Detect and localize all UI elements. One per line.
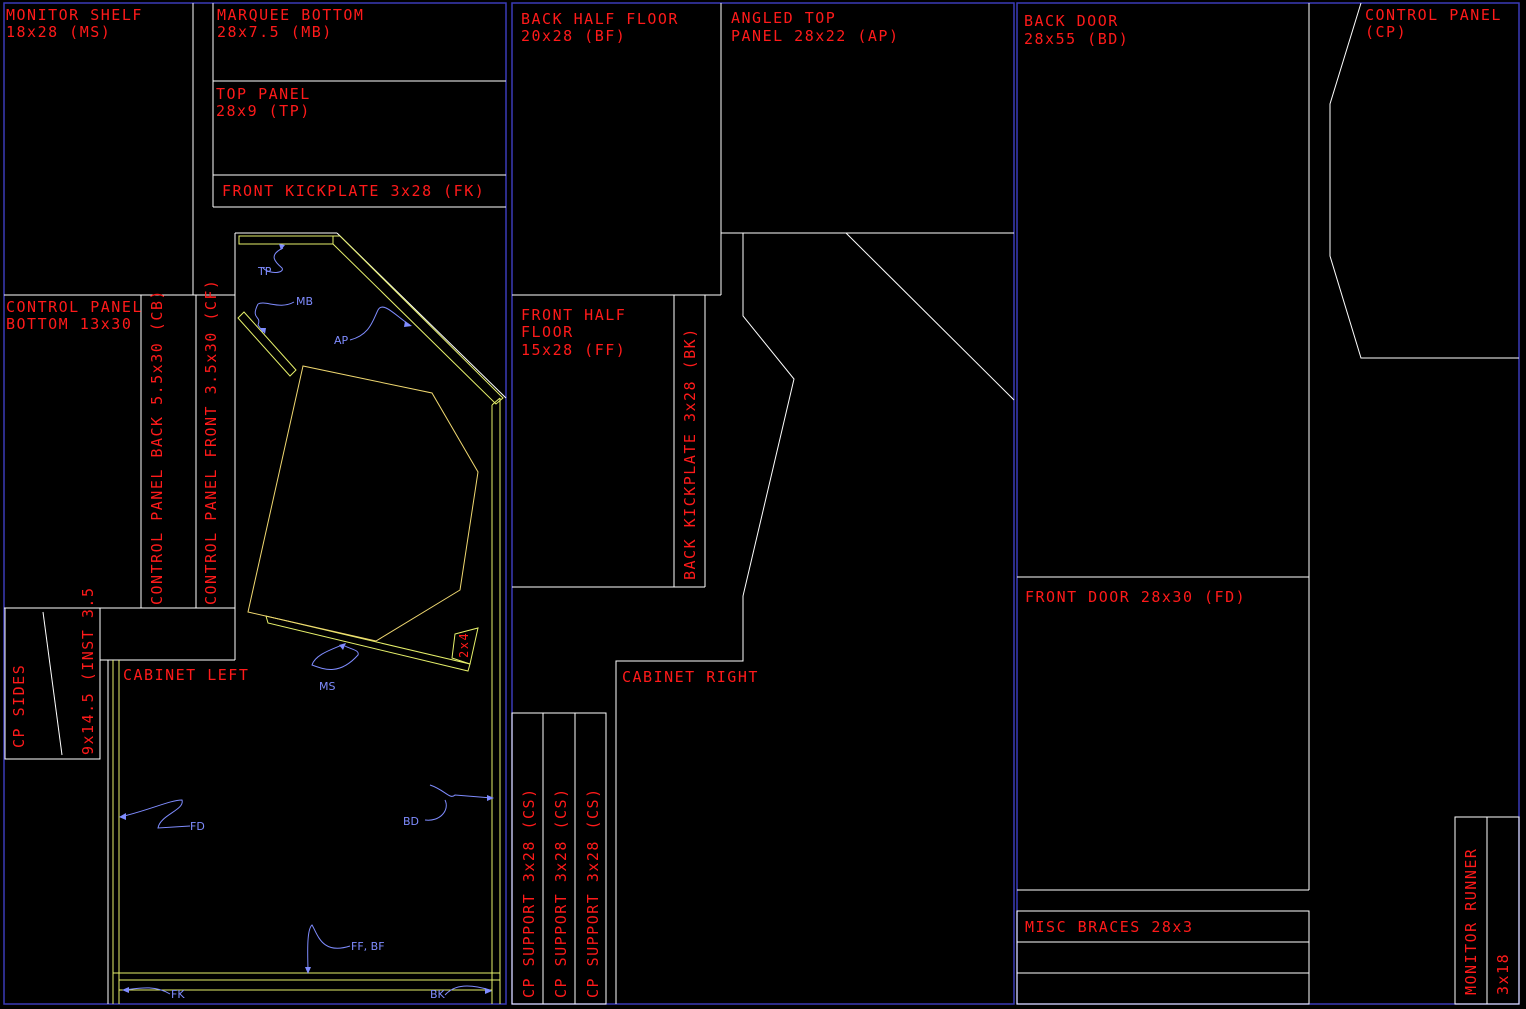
misc-braces-label: MISC BRACES 28x3 bbox=[1025, 918, 1194, 936]
plywood-sheets bbox=[3, 2, 1520, 1005]
cabinet-right-label: CABINET RIGHT bbox=[622, 668, 759, 686]
back-half-floor-label: BACK HALF FLOOR bbox=[521, 10, 679, 28]
callout-bd: BD bbox=[403, 815, 419, 828]
back-door-size: 28x55 (BD) bbox=[1024, 30, 1129, 48]
callout-ff-bf: FF, BF bbox=[351, 940, 385, 953]
angled-top-size: PANEL 28x22 (AP) bbox=[731, 27, 900, 45]
monitor-outline bbox=[247, 365, 479, 642]
front-half-floor-label: FRONT HALF bbox=[521, 306, 626, 324]
front-door-label: FRONT DOOR 28x30 (FD) bbox=[1025, 588, 1246, 606]
callout-fd: FD bbox=[190, 820, 205, 833]
control-panel-bottom-size: BOTTOM 13x30 bbox=[6, 315, 132, 333]
back-half-floor-size: 20x28 (BF) bbox=[521, 27, 626, 45]
marquee-bottom-label: MARQUEE BOTTOM bbox=[217, 6, 364, 24]
angled-top-label: ANGLED TOP bbox=[731, 9, 836, 27]
callout-tp: TP bbox=[257, 265, 272, 278]
cp-support-3-label: CP SUPPORT 3x28 (CS) bbox=[584, 787, 602, 998]
cp-sides-size: 9x14.5 (INST 3.5 bbox=[79, 587, 97, 756]
marquee-bottom-piece bbox=[237, 311, 297, 377]
callout-bk: BK bbox=[430, 988, 446, 1001]
monitor-runner-label: MONITOR RUNNER bbox=[1462, 848, 1480, 995]
sheet-1-callouts bbox=[119, 247, 493, 996]
cabinet-side-assembly bbox=[112, 235, 504, 1004]
cut-layout-drawing: MONITOR SHELF 18x28 (MS) MARQUEE BOTTOM … bbox=[3, 2, 1520, 1005]
monitor-shelf-size: 18x28 (MS) bbox=[6, 23, 111, 41]
marquee-bottom-size: 28x7.5 (MB) bbox=[217, 23, 333, 41]
monitor-runner-size: 3x18 bbox=[1494, 953, 1512, 995]
callout-arrowheads bbox=[119, 244, 494, 994]
top-panel-size: 28x9 (TP) bbox=[216, 102, 311, 120]
top-panel-label: TOP PANEL bbox=[216, 85, 311, 103]
sheet-1 bbox=[3, 2, 507, 1005]
cabinet-left-label: CABINET LEFT bbox=[123, 666, 249, 684]
cp-support-2-label: CP SUPPORT 3x28 (CS) bbox=[552, 787, 570, 998]
cp-support-1-label: CP SUPPORT 3x28 (CS) bbox=[520, 787, 538, 998]
front-kickplate-label: FRONT KICKPLATE 3x28 (FK) bbox=[222, 182, 485, 200]
control-panel-front-label: CONTROL PANEL FRONT 3.5x30 (CF) bbox=[202, 279, 220, 605]
sheet-3 bbox=[1016, 2, 1520, 1005]
callout-mb: MB bbox=[296, 295, 313, 308]
callout-fk: FK bbox=[171, 988, 185, 1001]
sheet-3-cuts bbox=[1016, 2, 1520, 1005]
part-labels: MONITOR SHELF 18x28 (MS) MARQUEE BOTTOM … bbox=[6, 6, 1512, 998]
monitor-shelf-label: MONITOR SHELF bbox=[6, 6, 143, 24]
control-panel-code: (CP) bbox=[1365, 23, 1407, 41]
angled-panel-piece bbox=[332, 235, 504, 405]
monitor-shelf-piece bbox=[265, 615, 471, 672]
callout-2x4: 2x4 bbox=[457, 632, 471, 658]
front-half-floor-size: 15x28 (FF) bbox=[521, 341, 626, 359]
back-kickplate-label: BACK KICKPLATE 3x28 (BK) bbox=[681, 327, 699, 580]
back-door-label: BACK DOOR bbox=[1024, 12, 1119, 30]
top-panel-piece bbox=[238, 235, 334, 245]
callout-ms: MS bbox=[319, 680, 335, 693]
sheet-1-cuts bbox=[4, 3, 507, 1004]
control-panel-label: CONTROL PANEL bbox=[1365, 6, 1502, 24]
front-half-floor-label-2: FLOOR bbox=[521, 323, 574, 341]
control-panel-bottom-label: CONTROL PANEL bbox=[6, 298, 143, 316]
cp-sides-label: CP SIDES bbox=[10, 664, 28, 748]
callout-ap: AP bbox=[334, 334, 349, 347]
control-panel-back-label: CONTROL PANEL BACK 5.5x30 (CB) bbox=[148, 289, 166, 605]
